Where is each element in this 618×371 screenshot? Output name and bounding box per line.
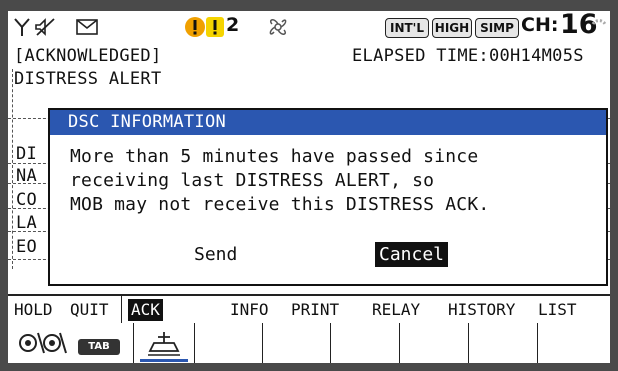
bottom-cell[interactable]: [194, 323, 195, 363]
bottom-cell[interactable]: [468, 323, 469, 363]
fan-icon: [266, 15, 290, 39]
warning-orange-icon: [184, 15, 206, 39]
dialog-message-line: receiving last DISTRESS ALERT, so: [70, 170, 435, 191]
status-bar: 2 INT'L HIGH SIMP CH: 16: [8, 11, 610, 42]
bottom-cell[interactable]: [262, 323, 263, 363]
busy-indicator-icon: [590, 15, 608, 39]
channel-label: CH:: [521, 14, 559, 36]
simplex-badge: SIMP: [475, 18, 519, 38]
warning-yellow-icon: [205, 15, 225, 39]
selected-indicator: [140, 359, 188, 362]
speaker-muted-icon: [34, 15, 56, 39]
bottom-cell[interactable]: [330, 323, 331, 363]
field-label: EO: [16, 237, 38, 257]
cancel-button[interactable]: Cancel: [375, 242, 449, 267]
dialog-title: DSC INFORMATION: [50, 110, 606, 135]
dsc-info-dialog: DSC INFORMATION More than 5 minutes have…: [48, 108, 608, 286]
ack-status: [ACKNOWLEDGED]: [14, 46, 162, 66]
ack-key[interactable]: ACK: [128, 299, 163, 321]
field-separator: [12, 69, 13, 269]
high-power-badge: HIGH: [432, 18, 472, 38]
relay-key[interactable]: RELAY: [372, 299, 420, 321]
dial-knob-icon[interactable]: [14, 329, 70, 361]
bottom-cell: [133, 323, 134, 363]
field-label: CO: [16, 190, 38, 210]
quit-key[interactable]: QUIT: [70, 299, 109, 321]
radio-screen: 2 INT'L HIGH SIMP CH: 16 [ACKNOWLEDGED] …: [8, 11, 610, 363]
field-label: NA: [16, 166, 38, 186]
soft-key-bar: HOLD QUIT ACK INFO PRINT RELAY HISTORY L…: [8, 294, 610, 324]
dialog-message-line: More than 5 minutes have passed since: [70, 146, 479, 167]
intl-mode-badge: INT'L: [385, 18, 429, 38]
warning-count: 2: [226, 14, 240, 36]
envelope-icon: [76, 15, 98, 39]
ship-distress-icon[interactable]: [146, 329, 182, 361]
dialog-message-line: MOB may not receive this DISTRESS ACK.: [70, 194, 490, 215]
list-key[interactable]: LIST: [538, 299, 577, 321]
info-key[interactable]: INFO: [230, 299, 269, 321]
bottom-bar: TAB: [8, 323, 610, 363]
field-label: DI: [16, 144, 38, 164]
bottom-cell[interactable]: [537, 323, 538, 363]
field-label: LA: [16, 213, 38, 233]
antenna-icon: [14, 15, 30, 39]
elapsed-time: ELAPSED TIME:00H14M05S: [352, 46, 584, 66]
history-key[interactable]: HISTORY: [448, 299, 515, 321]
key-separator: [121, 296, 122, 323]
hold-key[interactable]: HOLD: [14, 299, 53, 321]
print-key[interactable]: PRINT: [291, 299, 339, 321]
tab-button[interactable]: TAB: [78, 339, 120, 355]
alert-type: DISTRESS ALERT: [14, 69, 162, 89]
bottom-cell[interactable]: [399, 323, 400, 363]
send-button[interactable]: Send: [190, 242, 241, 267]
